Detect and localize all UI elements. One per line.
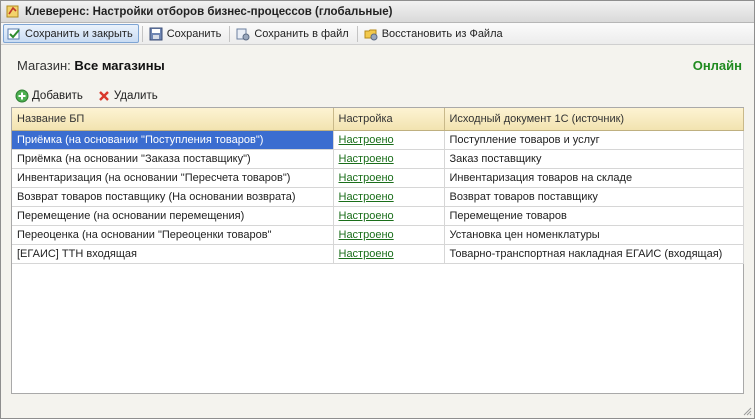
row-source: Возврат товаров поставщику bbox=[444, 187, 744, 207]
row-source: Установка цен номенклатуры bbox=[444, 225, 744, 245]
row-setting-cell: Настроено bbox=[333, 130, 445, 150]
checkmark-save-icon bbox=[7, 28, 20, 39]
table-row[interactable]: Переоценка (на основании "Переоценки тов… bbox=[12, 225, 744, 245]
restore-from-file-button[interactable]: Восстановить из Файла bbox=[361, 24, 508, 43]
row-source: Инвентаризация товаров на складе bbox=[444, 168, 744, 188]
row-name: Приёмка (на основании "Заказа поставщику… bbox=[12, 149, 334, 169]
table-row[interactable]: Инвентаризация (на основании "Пересчета … bbox=[12, 168, 744, 188]
delete-label: Удалить bbox=[113, 90, 158, 102]
store-label: Магазин: bbox=[17, 58, 75, 73]
save-file-gear-icon bbox=[236, 28, 250, 40]
row-setting-cell: Настроено bbox=[333, 206, 445, 226]
setting-link[interactable]: Настроено bbox=[339, 172, 394, 184]
row-name: [ЕГАИС] ТТН входящая bbox=[12, 244, 334, 264]
row-source: Поступление товаров и услуг bbox=[444, 130, 744, 150]
row-source: Перемещение товаров bbox=[444, 206, 744, 226]
folder-gear-icon bbox=[364, 29, 378, 40]
delete-x-icon bbox=[98, 91, 109, 101]
setting-link[interactable]: Настроено bbox=[339, 134, 394, 146]
row-name: Инвентаризация (на основании "Пересчета … bbox=[12, 168, 334, 188]
setting-link[interactable]: Настроено bbox=[339, 153, 394, 165]
title-bar: Клеверенс: Настройки отборов бизнес-проц… bbox=[1, 1, 754, 23]
floppy-disk-icon bbox=[149, 27, 163, 40]
table-header-row: Название БП Настройка Исходный документ … bbox=[12, 108, 744, 131]
store-selector[interactable]: Магазин: Все магазины bbox=[17, 58, 165, 73]
online-status: Онлайн bbox=[692, 58, 742, 73]
toolbar-separator bbox=[229, 25, 231, 42]
add-label: Добавить bbox=[32, 90, 83, 102]
row-setting-cell: Настроено bbox=[333, 225, 445, 245]
setting-link[interactable]: Настроено bbox=[339, 229, 394, 241]
plus-icon bbox=[15, 89, 29, 103]
grid-actions: Добавить Удалить bbox=[15, 89, 172, 103]
row-name: Перемещение (на основании перемещения) bbox=[12, 206, 334, 226]
column-header-setting[interactable]: Настройка bbox=[333, 108, 445, 131]
settings-window: Клеверенс: Настройки отборов бизнес-проц… bbox=[0, 0, 755, 419]
window-title: Клеверенс: Настройки отборов бизнес-проц… bbox=[25, 5, 393, 18]
save-to-file-label: Сохранить в файл bbox=[254, 27, 349, 40]
row-source: Заказ поставщику bbox=[444, 149, 744, 169]
row-source: Товарно-транспортная накладная ЕГАИС (вх… bbox=[444, 244, 744, 264]
save-to-file-button[interactable]: Сохранить в файл bbox=[233, 24, 353, 43]
restore-from-file-label: Восстановить из Файла bbox=[381, 27, 503, 40]
bp-table: Название БП Настройка Исходный документ … bbox=[11, 107, 744, 394]
resize-grip-icon[interactable] bbox=[742, 406, 752, 416]
save-button[interactable]: Сохранить bbox=[146, 24, 227, 43]
store-value: Все магазины bbox=[74, 58, 165, 73]
setting-link[interactable]: Настроено bbox=[339, 248, 394, 260]
column-header-name[interactable]: Название БП bbox=[12, 108, 334, 131]
table-row[interactable]: Приёмка (на основании "Заказа поставщику… bbox=[12, 149, 744, 169]
toolbar-separator bbox=[356, 25, 358, 42]
save-label: Сохранить bbox=[166, 27, 222, 40]
app-logo-icon bbox=[6, 5, 19, 18]
toolbar-separator bbox=[141, 25, 143, 42]
row-name: Возврат товаров поставщику (На основании… bbox=[12, 187, 334, 207]
save-and-close-label: Сохранить и закрыть bbox=[25, 27, 133, 40]
row-setting-cell: Настроено bbox=[333, 187, 445, 207]
table-row[interactable]: [ЕГАИС] ТТН входящая Настроено Товарно-т… bbox=[12, 244, 744, 264]
row-setting-cell: Настроено bbox=[333, 244, 445, 264]
row-name: Приёмка (на основании "Поступления товар… bbox=[12, 130, 334, 150]
row-setting-cell: Настроено bbox=[333, 149, 445, 169]
table-row[interactable]: Возврат товаров поставщику (На основании… bbox=[12, 187, 744, 207]
save-and-close-button[interactable]: Сохранить и закрыть bbox=[3, 24, 139, 43]
setting-link[interactable]: Настроено bbox=[339, 210, 394, 222]
toolbar: Сохранить и закрыть Сохранить Сохранить … bbox=[1, 23, 754, 45]
add-button[interactable]: Добавить bbox=[15, 89, 83, 103]
table-row[interactable]: Приёмка (на основании "Поступления товар… bbox=[12, 130, 744, 150]
table-row[interactable]: Перемещение (на основании перемещения) Н… bbox=[12, 206, 744, 226]
setting-link[interactable]: Настроено bbox=[339, 191, 394, 203]
row-name: Переоценка (на основании "Переоценки тов… bbox=[12, 225, 334, 245]
column-header-source[interactable]: Исходный документ 1С (источник) bbox=[444, 108, 744, 131]
row-setting-cell: Настроено bbox=[333, 168, 445, 188]
delete-button[interactable]: Удалить bbox=[97, 89, 158, 103]
